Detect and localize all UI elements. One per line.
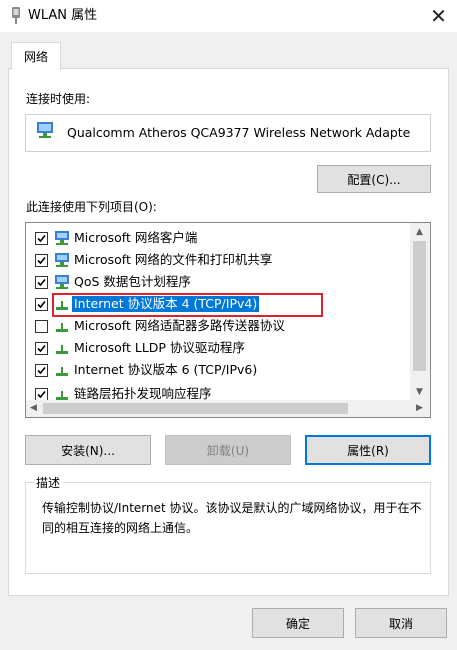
list-item[interactable]: Microsoft LLDP 协议驱动程序 (26, 337, 412, 359)
network-adapter-icon (37, 122, 53, 138)
close-icon: ✕ (430, 4, 447, 28)
item-label: Microsoft LLDP 协议驱动程序 (74, 340, 245, 355)
list-item[interactable]: Microsoft 网络客户端 (26, 227, 412, 249)
close-button[interactable]: ✕ (420, 0, 457, 32)
configure-button[interactable]: 配置(C)... (317, 165, 431, 193)
item-label: QoS 数据包计划程序 (74, 274, 191, 289)
item-checkbox[interactable] (35, 276, 48, 289)
vertical-scrollbar[interactable]: ▲ ▼ (410, 223, 430, 400)
item-label: Microsoft 网络适配器多路传送器协议 (74, 318, 285, 333)
properties-button[interactable]: 属性(R) (305, 435, 431, 465)
item-checkbox[interactable] (35, 364, 48, 377)
item-checkbox[interactable] (35, 342, 48, 355)
horizontal-scroll-thumb[interactable] (43, 403, 348, 414)
cancel-button[interactable]: 取消 (355, 608, 447, 638)
scroll-up-icon[interactable]: ▲ (416, 227, 423, 237)
scroll-down-icon[interactable]: ▼ (416, 387, 423, 397)
list-item[interactable]: QoS 数据包计划程序 (26, 271, 412, 293)
network-client-icon (55, 231, 69, 245)
item-label: Microsoft 网络的文件和打印机共享 (74, 252, 273, 267)
protocol-icon (56, 323, 68, 332)
description-title: 描述 (33, 474, 64, 491)
ok-button[interactable]: 确定 (252, 608, 344, 638)
scroll-right-icon[interactable]: ▶ (416, 403, 423, 413)
item-checkbox[interactable] (35, 232, 48, 245)
network-client-icon (55, 275, 69, 289)
items-list: Microsoft 网络客户端 Microsoft 网络的文件和打印机共享 Qo… (25, 222, 431, 418)
adapter-field: Qualcomm Atheros QCA9377 Wireless Networ… (25, 114, 431, 152)
item-checkbox[interactable] (35, 320, 48, 333)
adapter-name: Qualcomm Atheros QCA9377 Wireless Networ… (67, 125, 411, 140)
tab-label: 网络 (23, 50, 48, 64)
item-checkbox[interactable] (35, 254, 48, 267)
protocol-icon (56, 345, 68, 354)
vertical-scroll-thumb[interactable] (413, 241, 426, 371)
horizontal-scrollbar[interactable]: ◀ ▶ (26, 400, 430, 417)
protocol-icon (56, 367, 68, 376)
tab-network[interactable]: 网络 (11, 42, 61, 70)
description-text: 传输控制协议/Internet 协议。该协议是默认的广域网络协议，用于在不同的相… (42, 501, 422, 535)
list-item[interactable]: Microsoft 网络的文件和打印机共享 (26, 249, 412, 271)
red-highlight-box (52, 293, 323, 317)
uninstall-button[interactable]: 卸载(U) (165, 435, 291, 465)
item-label: Microsoft 网络客户端 (74, 230, 198, 245)
list-item[interactable]: Microsoft 网络适配器多路传送器协议 (26, 315, 412, 337)
scroll-left-icon[interactable]: ◀ (30, 403, 37, 413)
network-client-icon (55, 253, 69, 267)
install-button[interactable]: 安装(N)... (25, 435, 151, 465)
item-checkbox[interactable] (35, 298, 48, 311)
items-label: 此连接使用下列项目(O): (26, 200, 157, 214)
window-title: WLAN 属性 (28, 8, 98, 23)
title-bar: WLAN 属性 ✕ (0, 0, 457, 32)
wlan-adapter-icon (12, 7, 20, 24)
connect-using-label: 连接时使用: (26, 92, 91, 106)
list-item[interactable]: Internet 协议版本 6 (TCP/IPv6) (26, 359, 412, 381)
item-label: Internet 协议版本 6 (TCP/IPv6) (74, 362, 258, 377)
